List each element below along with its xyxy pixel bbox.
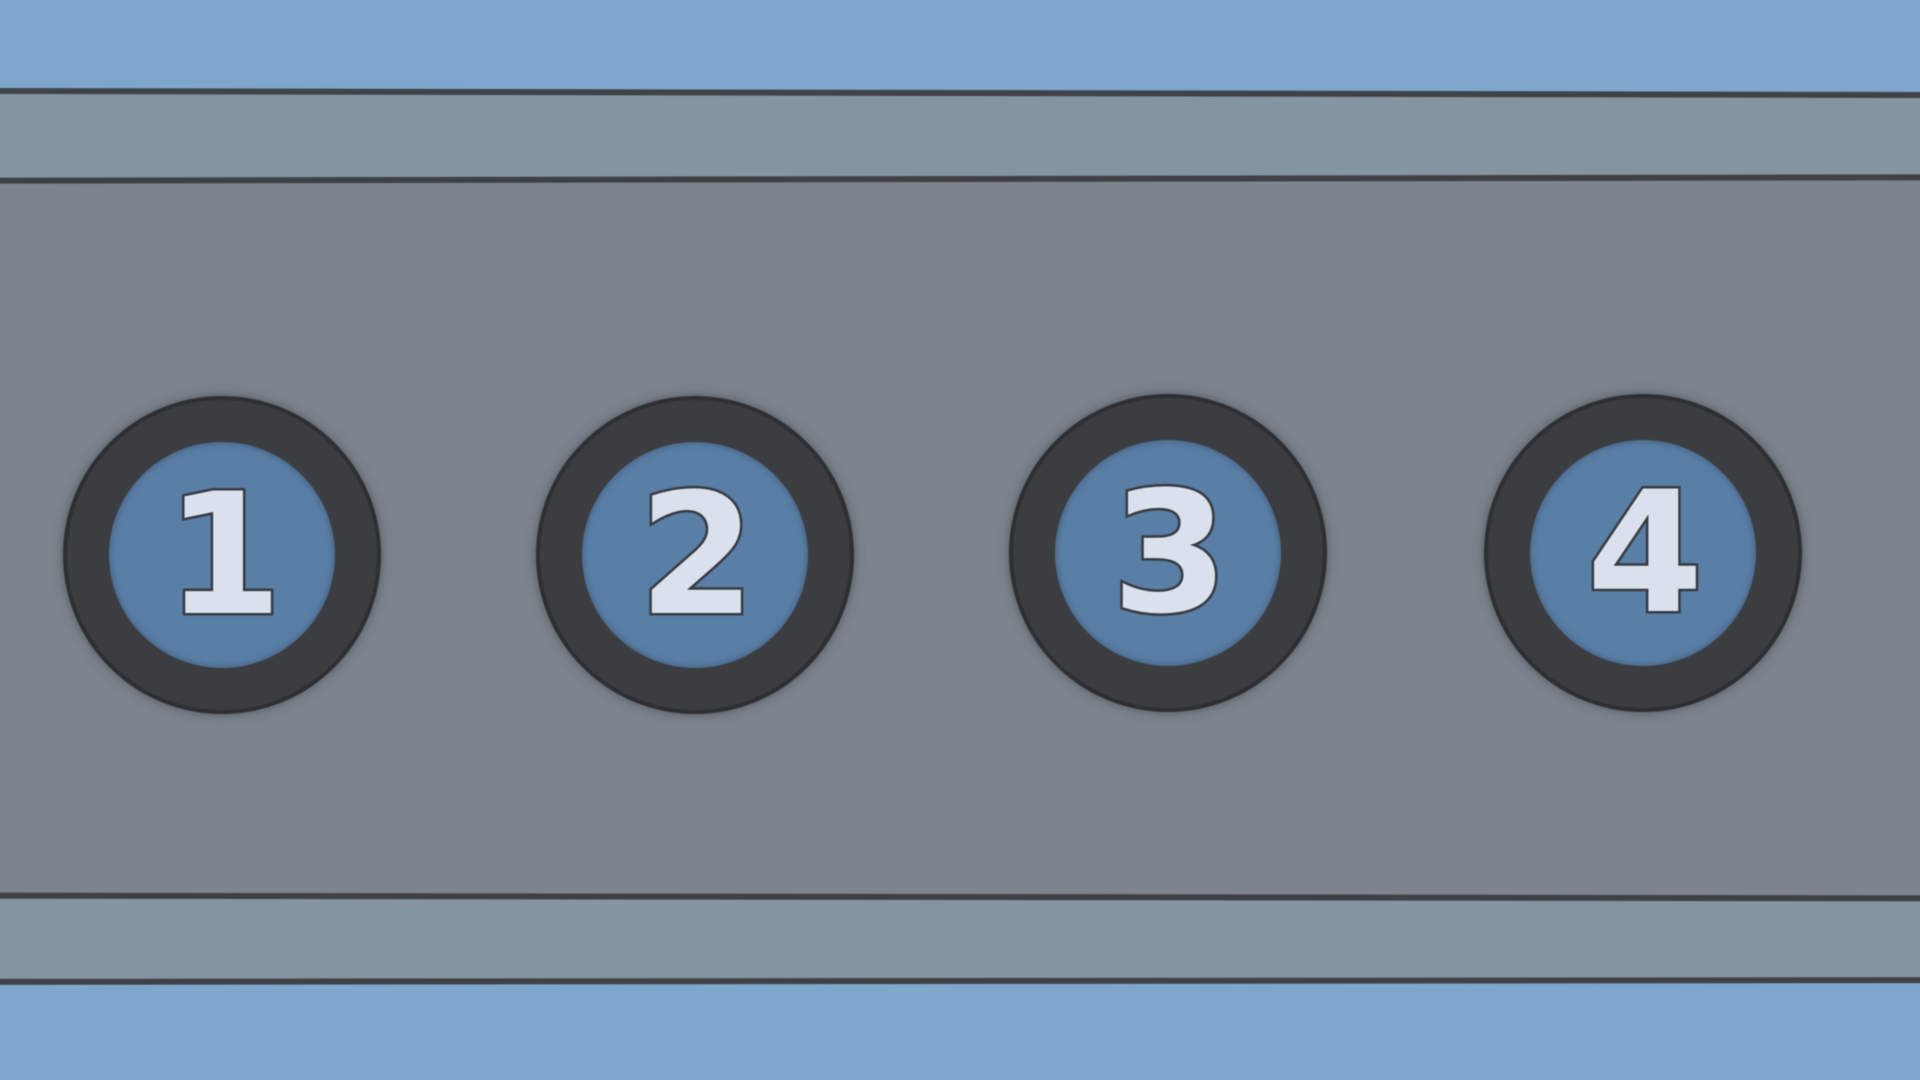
level-button-face: 1	[109, 442, 335, 668]
level-number: 3	[1109, 453, 1231, 654]
level-button-face: 3	[1055, 440, 1281, 666]
level-2-button[interactable]: 2	[540, 400, 850, 710]
level-number: 1	[163, 455, 285, 656]
level-button-face: 4	[1530, 440, 1756, 666]
level-number: 2	[636, 455, 758, 656]
level-4-button[interactable]: 4	[1488, 398, 1798, 708]
level-button-face: 2	[582, 442, 808, 668]
level-button-row: 1 2 3 4	[0, 0, 1920, 1080]
level-3-button[interactable]: 3	[1013, 398, 1323, 708]
level-1-button[interactable]: 1	[67, 400, 377, 710]
level-number: 4	[1584, 453, 1706, 654]
